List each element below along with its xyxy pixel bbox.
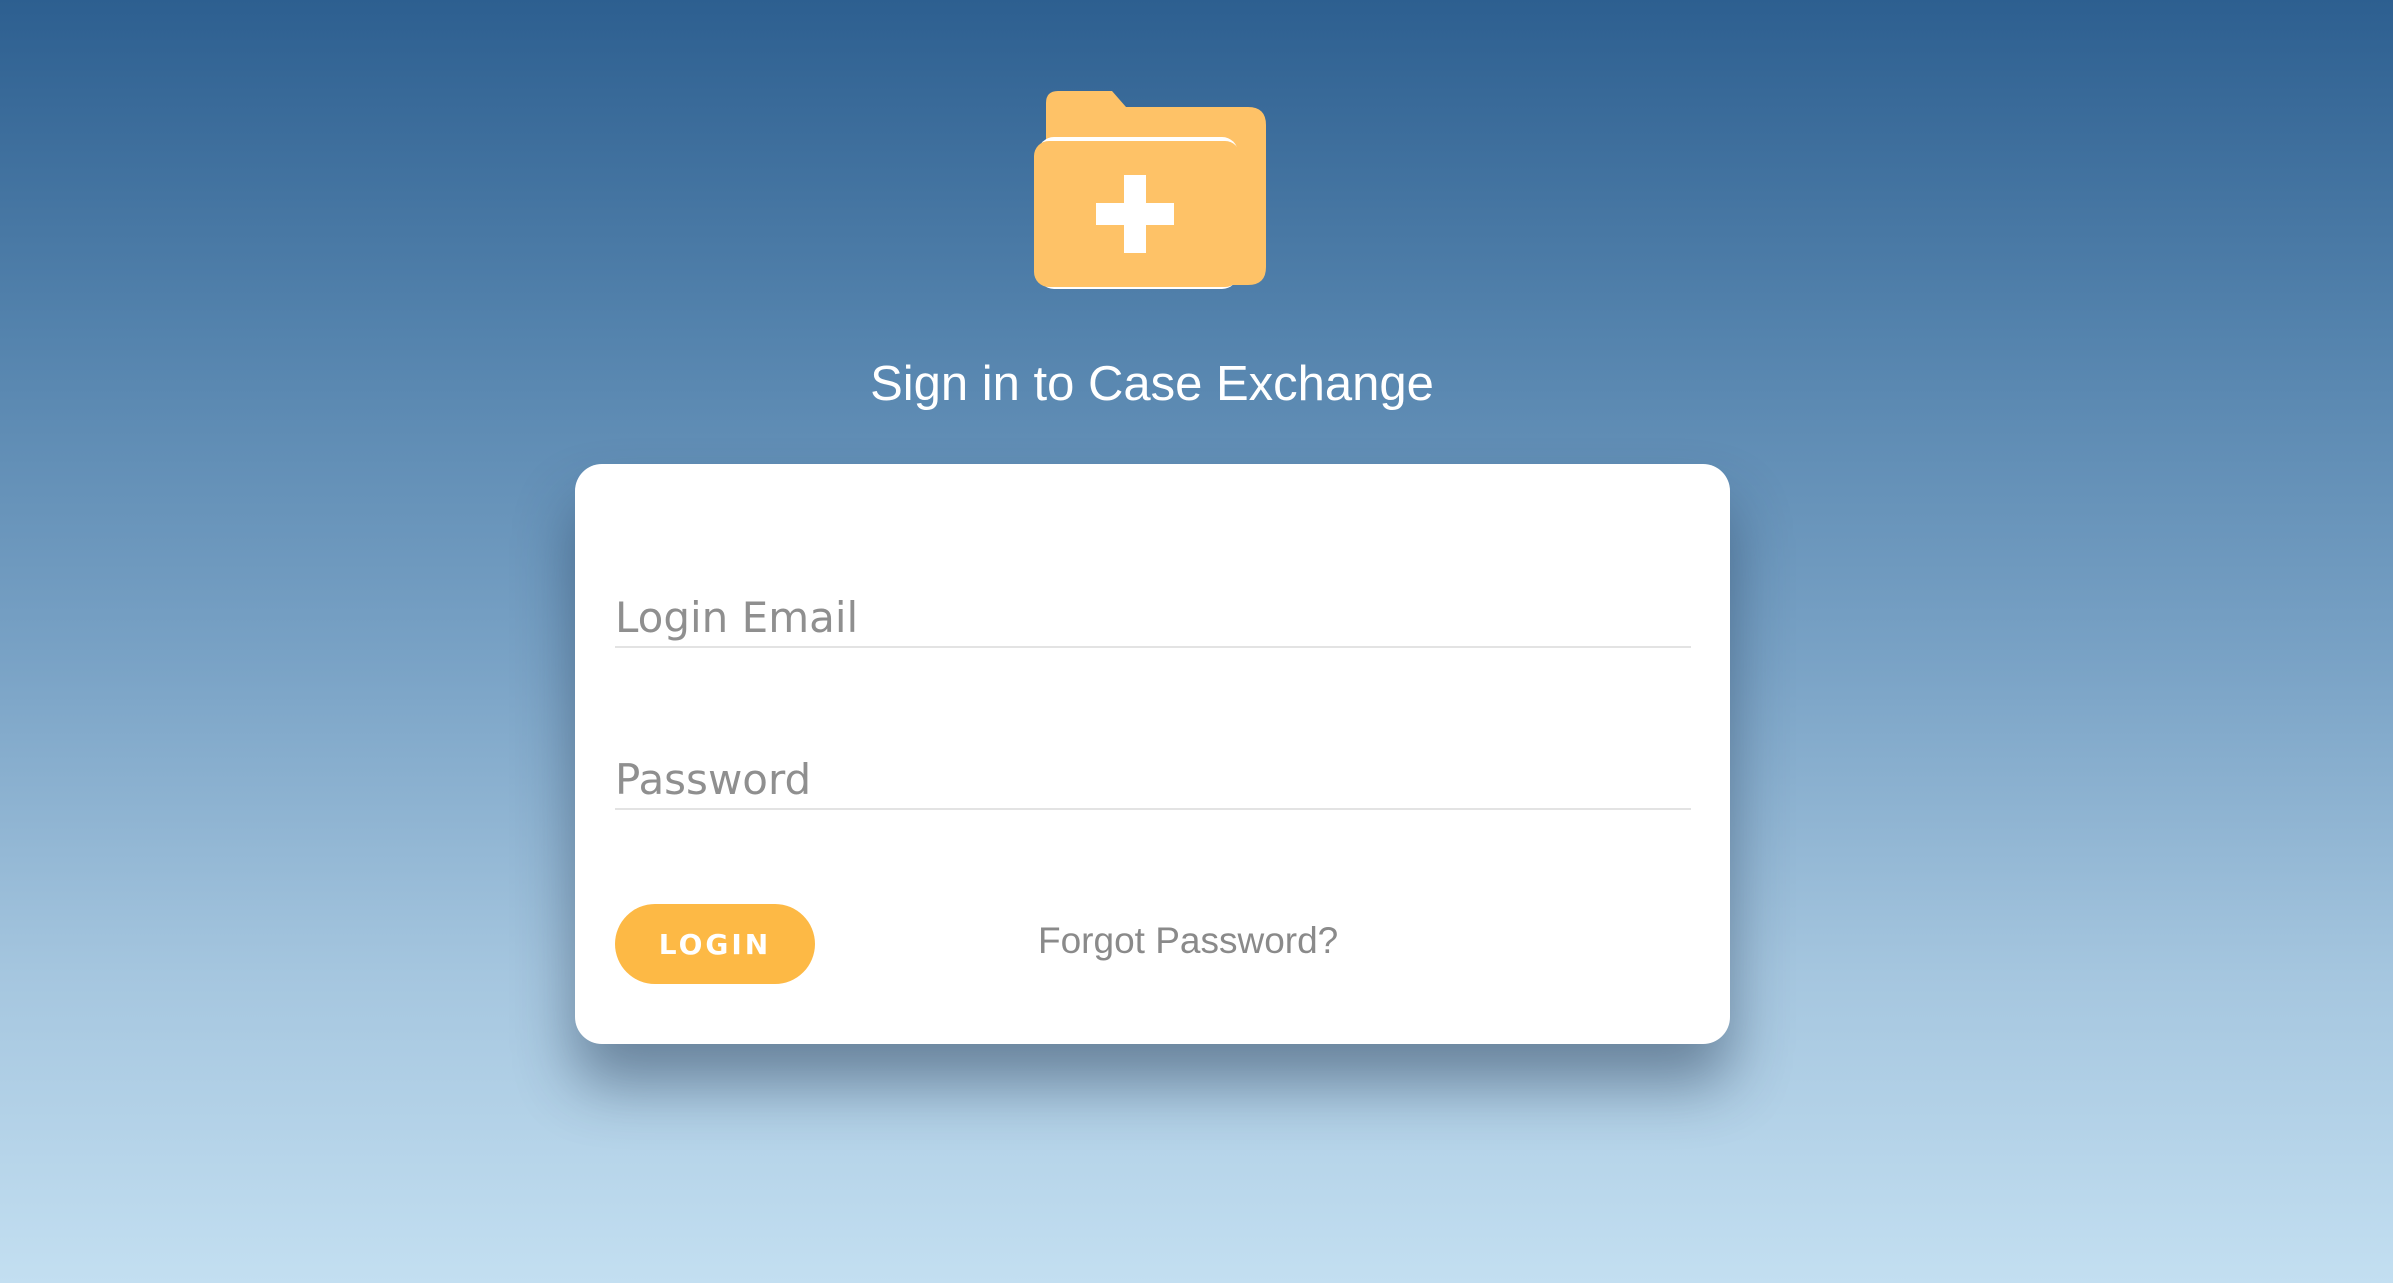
login-card: LOGIN Forgot Password?: [575, 464, 1730, 1044]
email-input[interactable]: [615, 593, 1691, 642]
forgot-password-link[interactable]: Forgot Password?: [1038, 916, 1338, 966]
password-field: [615, 726, 1691, 810]
email-field: [615, 564, 1691, 648]
medical-folder-icon: [1034, 91, 1266, 289]
password-input[interactable]: [615, 755, 1691, 804]
case-exchange-logo: [1034, 89, 1270, 289]
login-button[interactable]: LOGIN: [615, 904, 815, 984]
page-title: Sign in to Case Exchange: [870, 357, 1434, 411]
